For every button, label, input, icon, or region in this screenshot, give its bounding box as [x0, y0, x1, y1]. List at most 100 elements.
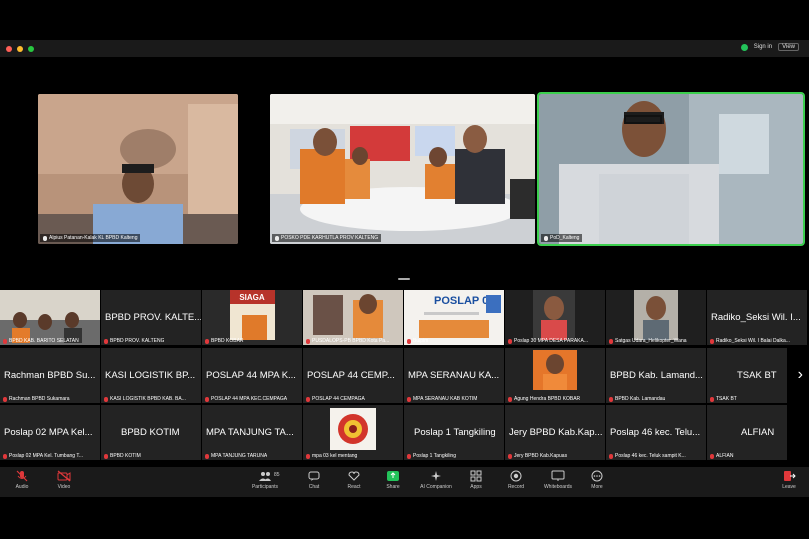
heart-icon [348, 471, 360, 481]
participant-tile[interactable]: BPBD KOTIM BPBD KOTIM [101, 405, 201, 460]
leave-door-icon [784, 471, 796, 481]
participant-tile[interactable]: KASI LOGISTIK BP... KASI LOGISTIK BPBD K… [101, 348, 201, 403]
poslap-poster-title: POSLAP 01 [434, 295, 494, 307]
muted-mic-icon [104, 338, 108, 344]
chat-button[interactable]: Chat [294, 470, 334, 490]
participant-tile[interactable]: Poslap 1 Tangkiling Poslap 1 Tangkiling [404, 405, 504, 460]
more-button[interactable]: More [577, 470, 617, 490]
participant-tile[interactable]: BPBD PROV. KALTE... BPBD PROV. KALTENG [101, 290, 201, 345]
signin-link[interactable]: Sign in [754, 44, 772, 50]
video-off-icon [57, 470, 71, 482]
muted-mic-icon [710, 338, 714, 344]
muted-mic-icon [3, 338, 7, 344]
muted-mic-icon [104, 453, 108, 459]
share-button[interactable]: Share [373, 470, 413, 490]
record-icon [510, 470, 522, 482]
muted-mic-icon [609, 453, 613, 459]
muted-mic-icon [205, 338, 209, 344]
record-button[interactable]: Record [496, 470, 536, 490]
audio-button[interactable]: Audio [2, 470, 42, 490]
window-titlebar: Sign in View [0, 40, 809, 57]
participant-tile[interactable]: Poslap 46 kec. Telu... Poslap 46 kec. Te… [606, 405, 706, 460]
participant-tile[interactable]: Agung Hendra BPBD KOBAR [505, 348, 605, 403]
participants-icon [259, 472, 271, 481]
whiteboards-button[interactable]: Whiteboards [537, 470, 579, 490]
participant-video [505, 348, 605, 403]
speaker-tile-3-active[interactable]: PoD_Kalteng [537, 92, 805, 246]
speaker-strip: Alpius Patanan-Kalak KL BPBD Kalteng POS… [0, 57, 809, 287]
minimize-window-button[interactable] [17, 45, 23, 52]
speaker-video-3 [539, 94, 803, 244]
participant-video [0, 290, 100, 345]
participant-tile[interactable]: SIAGA BPBD KOBAR [202, 290, 302, 345]
participant-tile[interactable]: POSLAP 44 MPA K... POSLAP 44 MPA KEC.CEM… [202, 348, 302, 403]
react-button[interactable]: React [334, 470, 374, 490]
encryption-shield-icon[interactable] [740, 43, 748, 51]
participant-tile[interactable]: Jery BPBD Kab.Kap... Jery BPBD Kab.Kapua… [505, 405, 605, 460]
muted-mic-icon [16, 470, 28, 482]
muted-mic-icon [609, 396, 613, 402]
speaker-name-tag-3: PoD_Kalteng [541, 234, 583, 242]
participants-button[interactable]: Participants 85 [245, 470, 285, 490]
participant-tile[interactable]: MPA TANJUNG TA... MPA TANJUNG TARUNA [202, 405, 302, 460]
muted-mic-icon [508, 453, 512, 459]
participant-tile[interactable]: Satgas Udara_Helikopter_Wana [606, 290, 706, 345]
meeting-toolbar: Audio Video Participants 85 Chat React S… [0, 467, 809, 497]
participant-tile[interactable]: Rachman BPBD Su... Rachman BPBD Sukamara [0, 348, 100, 403]
muted-mic-icon [205, 453, 209, 459]
participant-tile[interactable]: Poslap 02 MPA Kel... Poslap 02 MPA Kel. … [0, 405, 100, 460]
gallery-grid: BPBD KAB. BARITO SELATAN BPBD PROV. KALT… [0, 290, 809, 462]
chat-icon [308, 471, 320, 481]
muted-mic-icon [306, 453, 310, 459]
whiteboard-icon [551, 470, 565, 481]
next-page-chevron-icon[interactable]: › [798, 366, 803, 384]
speaker-name-tag-1: Alpius Patanan-Kalak KL BPBD Kalteng [40, 234, 141, 242]
bottom-letterbox [0, 497, 809, 539]
participant-video [505, 290, 605, 345]
resize-handle[interactable] [398, 278, 410, 280]
speaker-tile-1[interactable]: Alpius Patanan-Kalak KL BPBD Kalteng [38, 94, 238, 244]
video-button[interactable]: Video [44, 470, 84, 490]
titlebar-right: Sign in View [740, 43, 799, 51]
muted-mic-icon [306, 396, 310, 402]
muted-mic-icon [104, 396, 108, 402]
maximize-window-button[interactable] [28, 45, 34, 52]
participant-tile[interactable]: mpa 03 kel mentang [303, 405, 403, 460]
leave-button[interactable]: Leave [779, 470, 799, 490]
muted-mic-icon [407, 453, 411, 459]
participants-count: 85 [274, 472, 280, 478]
participant-tile[interactable]: BPBD Kab. Lamand... BPBD Kab. Lamandau [606, 348, 706, 403]
muted-mic-icon [508, 338, 512, 344]
participant-tile[interactable]: POSLAP 01 Bulpim [404, 290, 504, 345]
share-screen-icon [387, 471, 399, 481]
sparkle-icon [431, 471, 441, 481]
speaker-name-tag-2: POSKO PDE KARHUTLA PROV KALTENG [272, 234, 382, 242]
participant-tile[interactable]: ALFIAN ALFIAN [707, 405, 787, 460]
siaga-sign: SIAGA [239, 293, 265, 302]
muted-mic-icon [508, 396, 512, 402]
participant-tile[interactable]: Poslap 30 MPA DESA PARAKA... [505, 290, 605, 345]
mic-icon [275, 235, 279, 241]
ai-companion-button[interactable]: AI Companion [414, 470, 458, 490]
close-window-button[interactable] [6, 45, 12, 52]
participant-video: SIAGA [202, 290, 302, 345]
participant-tile[interactable]: TSAK BT TSAK BT [707, 348, 787, 403]
participant-video [606, 290, 706, 345]
participant-tile[interactable]: MPA SERANAU KA... MPA SERANAU KAB KOTIM [404, 348, 504, 403]
view-button[interactable]: View [778, 43, 799, 51]
participant-tile[interactable]: BPBD KAB. BARITO SELATAN [0, 290, 100, 345]
muted-mic-icon [609, 338, 613, 344]
apps-button[interactable]: Apps [456, 470, 496, 490]
participant-video: POSLAP 01 [404, 290, 504, 345]
muted-mic-icon [3, 396, 7, 402]
more-dots-icon [591, 470, 603, 482]
participant-tile[interactable]: PUSDALOPS-PB BPBD Kota Pa... [303, 290, 403, 345]
participant-tile[interactable]: Radiko_Seksi Wil. I... Radiko_Seksi Wil.… [707, 290, 807, 345]
muted-mic-icon [407, 338, 411, 344]
muted-mic-icon [3, 453, 7, 459]
speaker-video-2 [270, 94, 535, 244]
muted-mic-icon [407, 396, 411, 402]
speaker-tile-2[interactable]: POSKO PDE KARHUTLA PROV KALTENG [270, 94, 535, 244]
participant-tile[interactable]: POSLAP 44 CEMP... POSLAP 44 CEMPAGA [303, 348, 403, 403]
mic-icon [43, 235, 47, 241]
